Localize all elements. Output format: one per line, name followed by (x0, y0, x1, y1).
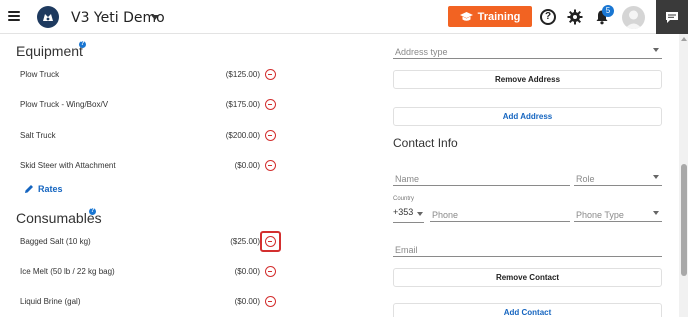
country-label: Country (393, 196, 415, 202)
remove-contact-button[interactable]: Remove Contact (393, 268, 662, 287)
info-icon[interactable]: ? (79, 41, 86, 48)
graduation-cap-icon (459, 11, 473, 21)
address-type-select[interactable] (393, 42, 662, 60)
address-type-input[interactable] (393, 44, 662, 60)
minus-circle-icon[interactable] (265, 296, 276, 307)
equipment-section-title: Equipment (16, 43, 83, 59)
top-app-bar: V3 Yeti Demo Training ? 5 (0, 0, 688, 34)
scrollbar-thumb[interactable] (681, 164, 687, 276)
consumable-item-price: ($0.00) (234, 267, 260, 276)
consumable-item-label: Ice Melt (50 lb / 22 kg bag) (20, 267, 115, 276)
equipment-item-label: Skid Steer with Attachment (20, 161, 116, 170)
consumable-item-price: ($25.00) (230, 237, 260, 246)
chevron-down-icon (653, 211, 659, 215)
minus-circle-icon[interactable] (265, 99, 276, 110)
rates-link[interactable]: Rates (24, 184, 63, 194)
training-label: Training (477, 10, 521, 23)
add-address-button[interactable]: Add Address (393, 107, 662, 126)
equipment-item-label: Salt Truck (20, 131, 56, 140)
consumable-item-price: ($0.00) (234, 297, 260, 306)
equipment-item-price: ($175.00) (225, 100, 260, 109)
contact-info-title: Contact Info (393, 136, 458, 150)
help-icon[interactable]: ? (540, 9, 556, 25)
minus-circle-icon[interactable] (265, 266, 276, 277)
rates-label: Rates (38, 184, 63, 194)
hamburger-menu-icon[interactable] (8, 11, 20, 21)
minus-circle-icon[interactable] (265, 130, 276, 141)
training-button[interactable]: Training (448, 6, 532, 27)
pencil-icon (25, 185, 33, 193)
equipment-item-label: Plow Truck (20, 70, 60, 79)
minus-circle-icon[interactable] (265, 236, 276, 247)
scroll-up-arrow-icon[interactable] (681, 37, 687, 41)
equipment-item-price: ($200.00) (225, 131, 260, 140)
country-code-value: +353 (393, 207, 414, 217)
email-input[interactable] (393, 242, 662, 258)
contact-name-field[interactable] (393, 169, 570, 187)
contact-role-select[interactable] (574, 169, 662, 187)
phone-type-input[interactable] (574, 207, 662, 223)
notification-badge: 5 (602, 5, 614, 17)
phone-input[interactable] (430, 207, 570, 223)
contact-name-input[interactable] (393, 171, 570, 187)
equipment-item-label: Plow Truck - Wing/Box/V (20, 100, 109, 109)
remove-address-button[interactable]: Remove Address (393, 70, 662, 89)
yeti-logo-icon[interactable] (37, 6, 59, 28)
avatar[interactable] (622, 6, 645, 29)
chevron-down-icon (653, 48, 659, 52)
consumable-item-label: Bagged Salt (10 kg) (20, 237, 91, 246)
equipment-item-price: ($0.00) (234, 161, 260, 170)
country-code-select[interactable]: +353 (393, 207, 424, 223)
gear-icon[interactable] (567, 9, 583, 25)
minus-circle-icon[interactable] (265, 160, 276, 171)
equipment-item-price: ($125.00) (225, 70, 260, 79)
add-contact-button[interactable]: Add Contact (393, 303, 662, 317)
contact-role-input[interactable] (574, 171, 662, 187)
chat-icon[interactable] (656, 0, 688, 34)
chevron-down-icon (417, 212, 423, 216)
email-field[interactable] (393, 240, 662, 258)
info-icon[interactable]: ? (89, 208, 96, 215)
consumable-item-label: Liquid Brine (gal) (20, 297, 81, 306)
chevron-down-icon (653, 175, 659, 179)
phone-field[interactable] (430, 205, 570, 223)
minus-circle-icon[interactable] (265, 69, 276, 80)
phone-type-select[interactable] (574, 205, 662, 223)
chevron-down-icon[interactable] (151, 15, 159, 20)
